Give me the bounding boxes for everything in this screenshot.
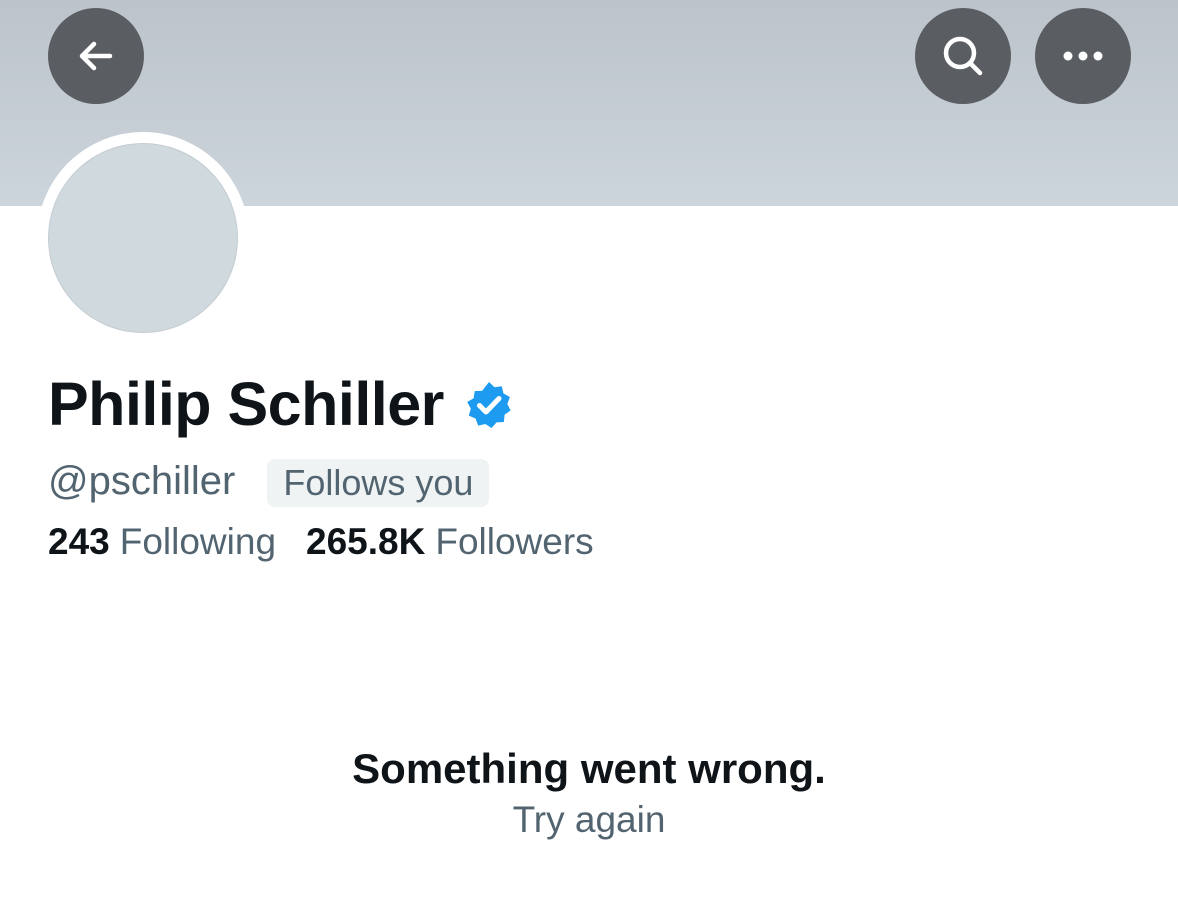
- follow-stats: 243 Following 265.8K Followers: [48, 518, 594, 566]
- search-icon: [943, 36, 983, 76]
- followers-label: Followers: [435, 521, 594, 562]
- user-handle: @pschiller: [48, 459, 236, 503]
- try-again-button[interactable]: Try again: [513, 799, 666, 840]
- more-horizontal-icon: [1063, 51, 1103, 61]
- try-again-row: Try again: [0, 796, 1178, 844]
- handle-row: @pschiller Follows you: [48, 455, 490, 507]
- following-link[interactable]: 243 Following: [48, 521, 276, 563]
- followers-link[interactable]: 265.8K Followers: [306, 521, 594, 563]
- avatar[interactable]: [48, 143, 238, 333]
- profile-page: Philip Schiller @pschiller Follows you 2…: [0, 0, 1178, 902]
- back-button[interactable]: [48, 8, 144, 104]
- display-name: Philip Schiller: [48, 370, 444, 438]
- followers-count: 265.8K: [306, 521, 426, 562]
- display-name-row: Philip Schiller: [48, 366, 514, 442]
- more-options-button[interactable]: [1035, 8, 1131, 104]
- follows-you-badge: Follows you: [267, 459, 490, 507]
- verified-badge-icon[interactable]: [464, 380, 514, 430]
- following-count: 243: [48, 521, 110, 562]
- error-message: Something went wrong.: [352, 745, 826, 792]
- arrow-left-icon: [79, 41, 113, 71]
- search-button[interactable]: [915, 8, 1011, 104]
- following-label: Following: [119, 521, 277, 562]
